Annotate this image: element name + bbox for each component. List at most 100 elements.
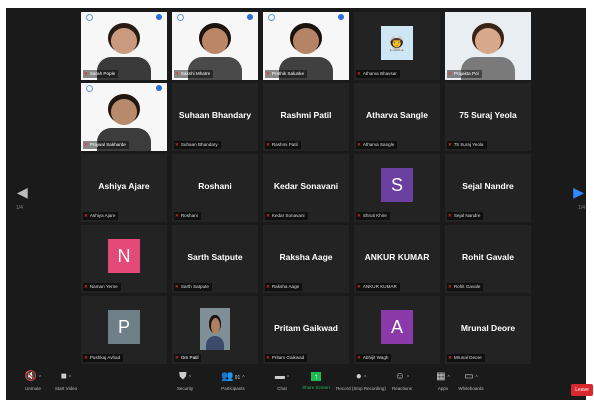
- participant-tile[interactable]: Sejal Nandre ✕ Sejal Nandre: [445, 154, 531, 222]
- meeting-window: ◀ 1/4 ▶ 1/4 ✕ Sarah Pople ✕ Sakshi Mhatre ✕ P…: [6, 8, 586, 400]
- participant-tile[interactable]: S ✕ Shruti Khire: [354, 154, 440, 222]
- mic-muted-icon: ✕: [266, 284, 270, 289]
- participant-tile[interactable]: Ashiya Ajare ✕ Ashiya Ajare: [81, 154, 167, 222]
- participant-initial-avatar: N: [108, 239, 140, 273]
- mic-muted-icon: ✕: [84, 284, 88, 289]
- toolbar-button-whiteboards[interactable]: ▭ ^ Whiteboards: [444, 370, 498, 398]
- participant-name-label: Om Patil: [180, 355, 199, 360]
- participant-name-tag: ✕ Kedar Sonavani: [265, 212, 308, 220]
- toolbar-button-label: Whiteboards: [458, 386, 484, 391]
- participant-tile[interactable]: Pritam Gaikwad ✕ Pritam Gaikwad: [263, 296, 349, 364]
- participant-name-label: Sejal Nandre: [453, 213, 481, 218]
- participant-tile[interactable]: Kedar Sonavani ✕ Kedar Sonavani: [263, 154, 349, 222]
- participant-display-name: Rashmi Patil: [280, 110, 332, 120]
- participant-tile[interactable]: 👨‍🚀 ✕ Atharva Bhavsar: [354, 12, 440, 80]
- participant-name-tag: ✕ Prajakta Pol: [447, 70, 482, 78]
- participant-name-tag: ✕ Mrunal Deore: [447, 354, 485, 362]
- toolbar-button-label: Start Video: [54, 386, 78, 391]
- toolbar-button-video-off[interactable]: ■ ^ Start Video: [39, 370, 93, 398]
- participant-tile[interactable]: P ✕ Pushkaj Avhad: [81, 296, 167, 364]
- participant-name-tag: ✕ Shruti Khire: [356, 212, 390, 220]
- participant-display-name: Pritam Gaikwad: [274, 323, 338, 333]
- chevron-up-icon[interactable]: ^: [476, 375, 478, 381]
- user-icon: [86, 85, 93, 92]
- participant-name-label: Sarah Pople: [89, 71, 116, 76]
- participant-tile[interactable]: ✕ Prajakta Pol: [445, 12, 531, 80]
- participant-tile[interactable]: N ✕ Naman Yerne: [81, 225, 167, 293]
- chevron-up-icon[interactable]: ^: [69, 375, 71, 381]
- toolbar-button-participants[interactable]: 👥91 ^ Participants: [206, 370, 260, 398]
- next-page-arrow-icon[interactable]: ▶: [573, 184, 584, 201]
- participant-name-tag: ✕ Pritam Gaikwad: [265, 354, 308, 362]
- participant-name-label: Shruti Khire: [362, 213, 387, 218]
- participant-name-label: Pushkaj Avhad: [89, 355, 121, 360]
- participant-tile[interactable]: ✕ Om Patil: [172, 296, 258, 364]
- page-indicator-left: 1/4: [16, 205, 23, 211]
- participant-display-name: Suhaan Bhandary: [178, 110, 252, 120]
- participant-tile[interactable]: ✕ Sakshi Mhatre: [172, 12, 258, 80]
- participant-tile[interactable]: 75 Suraj Yeola ✕ 75 Suraj Yeola: [445, 83, 531, 151]
- participant-name-tag: ✕ Sakshi Mhatre: [174, 70, 214, 78]
- participant-name-tag: ✕ Roshani: [174, 212, 201, 220]
- participant-name-label: Atharva Bhavsar: [362, 71, 397, 76]
- participant-name-label: Prajwal Sakharde: [89, 142, 126, 147]
- participant-name-tag: ✕ Sarah Pople: [83, 70, 119, 78]
- participant-tile[interactable]: Roshani ✕ Roshani: [172, 154, 258, 222]
- participant-grid: ✕ Sarah Pople ✕ Sakshi Mhatre ✕ Prathik Salun…: [81, 12, 535, 365]
- participant-name-label: Rashmi Patil: [271, 142, 298, 147]
- participant-name-label: 75 Suraj Yeola: [453, 142, 484, 147]
- participant-display-name: Rohit Gavale: [462, 252, 514, 262]
- chevron-up-icon[interactable]: ^: [189, 375, 191, 381]
- participant-tile[interactable]: Atharva Sangle ✕ Atharva Sangle: [354, 83, 440, 151]
- leave-button[interactable]: Leave: [571, 384, 593, 396]
- participant-tile[interactable]: Rashmi Patil ✕ Rashmi Patil: [263, 83, 349, 151]
- mic-muted-icon: ✕: [84, 71, 88, 76]
- participant-tile[interactable]: Rohit Gavale ✕ Rohit Gavale: [445, 225, 531, 293]
- mic-muted-icon: ✕: [357, 71, 361, 76]
- participant-display-name: Atharva Sangle: [366, 110, 428, 120]
- mic-muted-icon: ✕: [448, 142, 452, 147]
- participant-name-label: Rohit Gavale: [453, 284, 481, 289]
- mic-muted-icon: ✕: [84, 142, 88, 147]
- participant-tile[interactable]: ✕ Prathik Salunke: [263, 12, 349, 80]
- participant-name-label: Atharva Sangle: [362, 142, 395, 147]
- info-icon: [338, 14, 344, 20]
- record-icon: ●: [355, 371, 362, 382]
- participant-name-label: Abhijit Wagh: [362, 355, 389, 360]
- chevron-up-icon[interactable]: ^: [242, 375, 244, 381]
- previous-page-arrow-icon[interactable]: ◀: [17, 184, 28, 201]
- participant-name-label: ANKUR KUMAR: [362, 284, 397, 289]
- mic-muted-icon: ✕: [357, 213, 361, 218]
- mic-muted-icon: ✕: [175, 71, 179, 76]
- mic-muted-icon: ✕: [84, 213, 88, 218]
- participant-tile[interactable]: Sarth Satpute ✕ Sarth Satpute: [172, 225, 258, 293]
- user-icon: [86, 14, 93, 21]
- participant-tile[interactable]: Raksha Aage ✕ Raksha Aage: [263, 225, 349, 293]
- info-icon: [247, 14, 253, 20]
- participant-tile[interactable]: Mrunal Deore ✕ Mrunal Deore: [445, 296, 531, 364]
- participant-display-name: 75 Suraj Yeola: [459, 110, 517, 120]
- participant-name-label: Sarth Satpute: [180, 284, 209, 289]
- mic-muted-icon: ✕: [266, 142, 270, 147]
- toolbar-button-shield[interactable]: ⛊ ^ Security: [158, 370, 212, 398]
- participant-display-name: Raksha Aage: [279, 252, 333, 262]
- mic-muted-icon: ✕: [266, 71, 270, 76]
- mic-muted-icon: ✕: [357, 355, 361, 360]
- shield-icon: ⛊: [179, 371, 187, 382]
- participant-name-tag: ✕ 75 Suraj Yeola: [447, 141, 487, 149]
- mic-muted-icon: ✕: [175, 142, 179, 147]
- participant-tile[interactable]: Suhaan Bhandary ✕ Suhaan Bhandary: [172, 83, 258, 151]
- meeting-toolbar: 🔇 ^ Unmute ■ ^ Start Video ⛊ ^ Security 👥91 ^ Parti…: [6, 368, 586, 400]
- toolbar-button-label: Security: [176, 386, 194, 391]
- chevron-up-icon[interactable]: ^: [364, 375, 366, 381]
- participant-display-name: Sejal Nandre: [462, 181, 514, 191]
- mic-muted-icon: ✕: [175, 284, 179, 289]
- participant-tile[interactable]: ✕ Prajwal Sakharde: [81, 83, 167, 151]
- participant-name-tag: ✕ Naman Yerne: [83, 283, 121, 291]
- participant-tile[interactable]: A ✕ Abhijit Wagh: [354, 296, 440, 364]
- participant-tile[interactable]: ANKUR KUMAR ✕ ANKUR KUMAR: [354, 225, 440, 293]
- mic-muted-icon: ✕: [448, 284, 452, 289]
- participant-name-tag: ✕ Atharva Bhavsar: [356, 70, 400, 78]
- chevron-up-icon[interactable]: ^: [407, 375, 409, 381]
- participant-tile[interactable]: ✕ Sarah Pople: [81, 12, 167, 80]
